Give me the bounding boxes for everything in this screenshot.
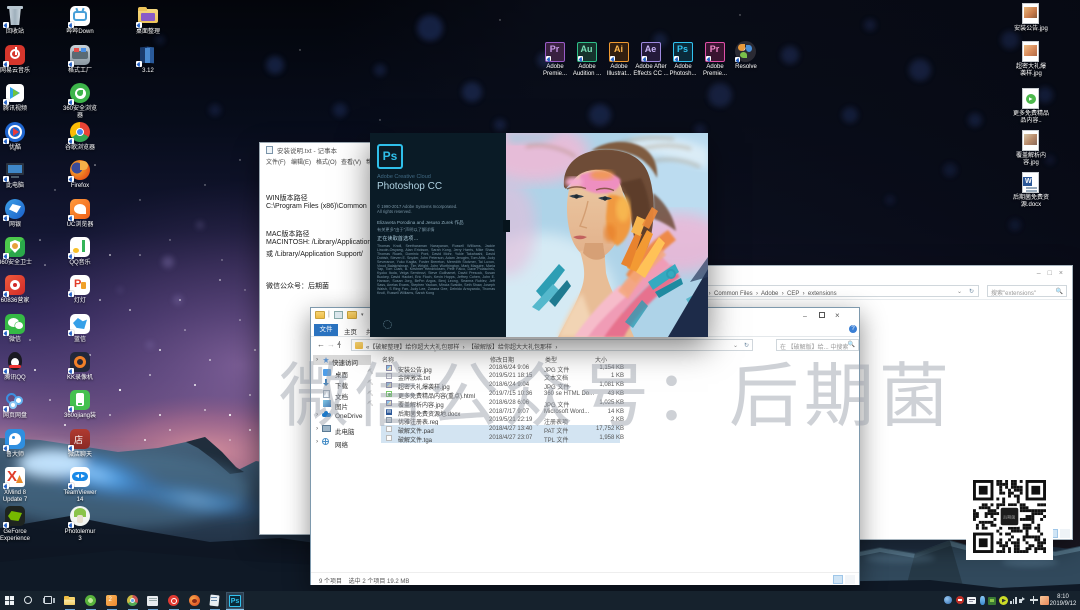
svg-text:后期菌: 后期菌	[1003, 513, 1015, 519]
